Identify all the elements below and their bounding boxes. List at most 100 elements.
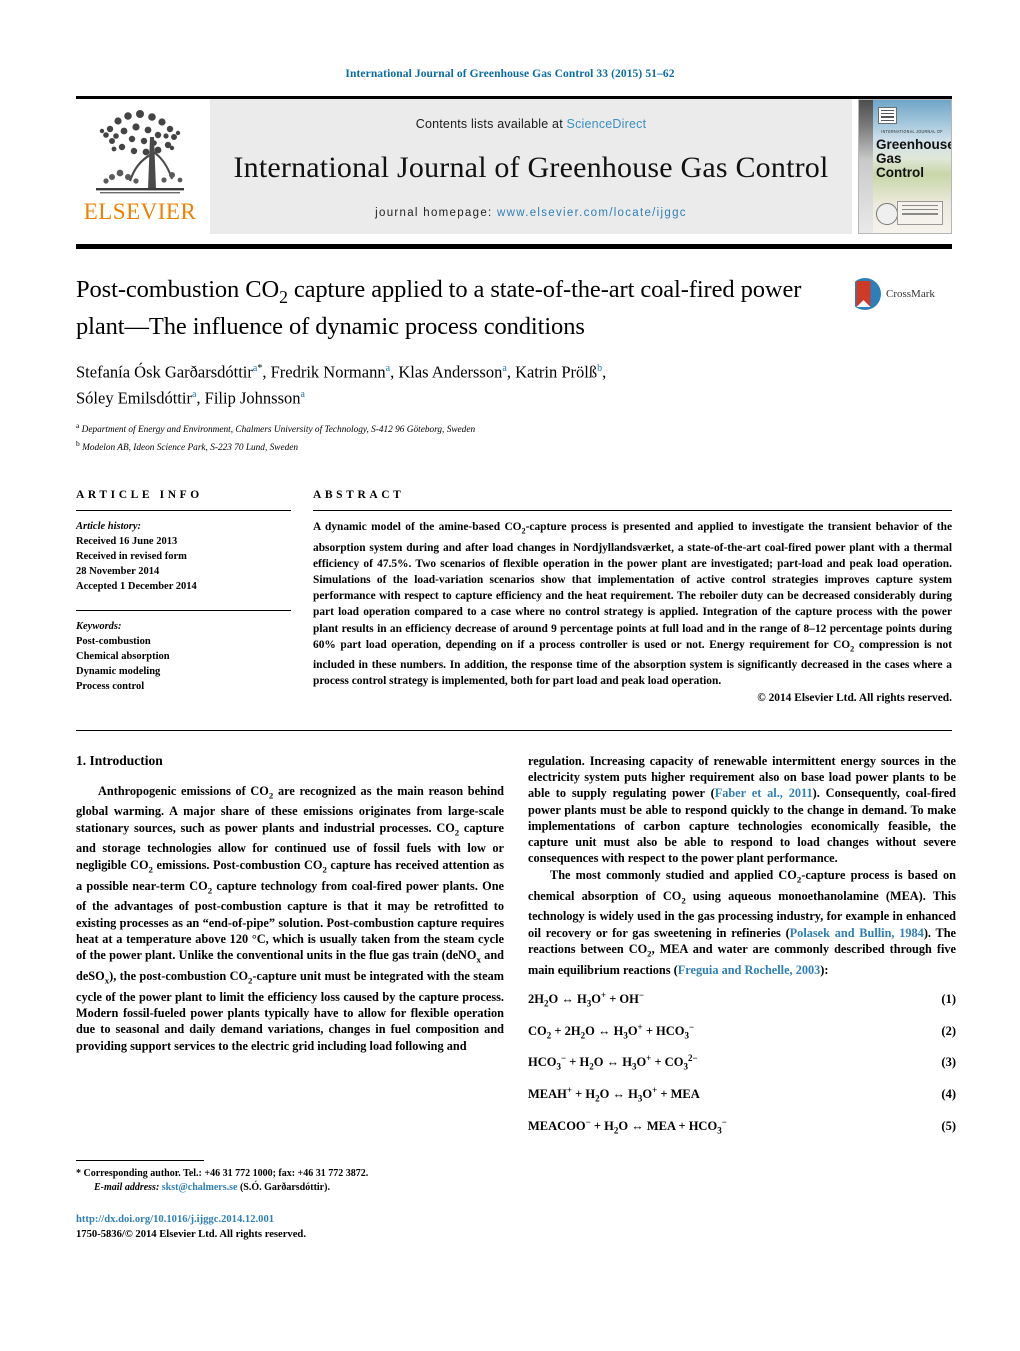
title-part-2: capture applied to a state-of-the-art co… xyxy=(287,276,735,303)
keyword-3: Dynamic modeling xyxy=(76,666,161,678)
corresponding-author-note: * Corresponding author. Tel.: +46 31 772… xyxy=(76,1167,504,1181)
title-subscript: 2 xyxy=(279,286,288,307)
equation-row-1: 2H2O ↔ H3O+ + OH− (1) xyxy=(528,990,956,1009)
equation-3-body: HCO3− + H2O ↔ H3O+ + CO32− xyxy=(528,1053,698,1072)
journal-homepage-label: journal homepage: xyxy=(375,206,498,219)
affiliation-a-marker: a xyxy=(76,420,80,430)
doi-block: http://dx.doi.org/10.1016/j.ijggc.2014.1… xyxy=(76,1213,504,1242)
affiliation-b-marker: b xyxy=(76,438,80,448)
body-column-left: 1. Introduction Anthropogenic emissions … xyxy=(76,753,504,1149)
abstract-bottom-rule xyxy=(76,729,952,731)
page-footnote: * Corresponding author. Tel.: +46 31 772… xyxy=(76,1160,504,1242)
journal-homepage-url[interactable]: www.elsevier.com/locate/ijggc xyxy=(497,207,687,219)
history-revised-date: 28 November 2014 xyxy=(76,566,160,578)
email-suffix: (S.Ó. Garðarsdóttir). xyxy=(237,1182,330,1193)
journal-title: International Journal of Greenhouse Gas … xyxy=(233,150,829,184)
email-note: E-mail address: skst@chalmers.se (S.Ó. G… xyxy=(76,1181,504,1195)
cover-title: Greenhouse Gas Control xyxy=(876,137,952,180)
intro-paragraph-right-2: The most commonly studied and applied CO… xyxy=(528,867,956,977)
author-4-affil-marker: b xyxy=(597,362,603,374)
history-revised-label: Received in revised form xyxy=(76,551,187,563)
cover-kicker: INTERNATIONAL JOURNAL OF xyxy=(881,129,943,135)
cover-title-line1: Greenhouse xyxy=(876,137,952,152)
equation-2-body: CO2 + 2H2O ↔ H3O+ + HCO3− xyxy=(528,1021,695,1041)
intro-paragraph-right-1: regulation. Increasing capacity of renew… xyxy=(528,753,956,866)
equation-1-body: 2H2O ↔ H3O+ + OH− xyxy=(528,989,645,1009)
crossmark-icon xyxy=(848,278,881,310)
contents-lists-prefix: Contents lists available at xyxy=(415,116,567,131)
keywords-rule xyxy=(76,610,291,612)
article-header: Post-combustion CO2 capture applied to a… xyxy=(76,275,952,455)
equation-1-number: (1) xyxy=(941,992,956,1007)
paper-page: International Journal of Greenhouse Gas … xyxy=(0,0,1020,1351)
journal-homepage-line: journal homepage: www.elsevier.com/locat… xyxy=(375,207,687,219)
article-info-column: ARTICLE INFO Article history: Received 1… xyxy=(76,489,291,704)
article-history-label: Article history: xyxy=(76,521,142,533)
keyword-1: Post-combustion xyxy=(76,636,151,648)
equation-list: 2H2O ↔ H3O+ + OH− (1) CO2 + 2H2O ↔ H3O+ … xyxy=(528,990,956,1135)
title-part-1: Post-combustion CO xyxy=(76,276,280,303)
affiliation-b: b Modelon AB, Ideon Science Park, S-223 … xyxy=(76,437,952,455)
abstract-column: ABSTRACT A dynamic model of the amine-ba… xyxy=(313,489,952,704)
section-heading-introduction: 1. Introduction xyxy=(76,752,163,768)
keyword-2: Chemical absorption xyxy=(76,651,170,663)
running-head: International Journal of Greenhouse Gas … xyxy=(345,68,675,80)
journal-masthead: ELSEVIER Contents lists available at Sci… xyxy=(76,96,952,234)
abstract-rule-top xyxy=(313,510,952,512)
masthead-bottom-rule xyxy=(76,244,952,249)
cover-badge-icon xyxy=(897,201,943,225)
equation-5-number: (5) xyxy=(941,1118,956,1133)
page-title: Post-combustion CO2 capture applied to a… xyxy=(76,275,952,341)
crossmark-badge[interactable]: CrossMark xyxy=(848,277,952,311)
intro-paragraph-left: Anthropogenic emissions of CO2 are recog… xyxy=(76,783,504,1053)
history-received: Received 16 June 2013 xyxy=(76,536,178,548)
crossmark-label: CrossMark xyxy=(886,288,935,300)
history-accepted: Accepted 1 December 2014 xyxy=(76,581,197,593)
abstract-copyright: © 2014 Elsevier Ltd. All rights reserved… xyxy=(757,691,952,704)
author-list: Stefanía Ósk Garðarsdóttira*, Fredrik No… xyxy=(76,362,607,408)
equation-row-4: MEAH+ + H2O ↔ H3O+ + MEA (4) xyxy=(528,1085,956,1104)
email-label: E-mail address: xyxy=(94,1182,160,1193)
equation-row-3: HCO3− + H2O ↔ H3O+ + CO32− (3) xyxy=(528,1053,956,1072)
sciencedirect-link[interactable]: ScienceDirect xyxy=(567,117,647,131)
affiliation-b-text: Modelon AB, Ideon Science Park, S-223 70… xyxy=(82,443,299,454)
journal-cover-thumbnail: INTERNATIONAL JOURNAL OF Greenhouse Gas … xyxy=(858,99,952,234)
author-6: , Filip Johnsson xyxy=(196,388,301,408)
elsevier-wordmark: ELSEVIER xyxy=(83,199,197,224)
journal-band: Contents lists available at ScienceDirec… xyxy=(210,99,852,234)
equation-row-5: MEACOO− + H2O ↔ MEA + HCO3− (5) xyxy=(528,1117,956,1136)
footnote-rule xyxy=(76,1160,204,1161)
email-link[interactable]: skst@chalmers.se xyxy=(162,1182,238,1193)
equation-row-2: CO2 + 2H2O ↔ H3O+ + HCO3− (2) xyxy=(528,1022,956,1041)
elsevier-tree-icon xyxy=(96,110,184,194)
doi-link[interactable]: http://dx.doi.org/10.1016/j.ijggc.2014.1… xyxy=(76,1213,504,1228)
abstract-heading: ABSTRACT xyxy=(313,489,405,502)
cover-spine xyxy=(859,100,873,233)
body-column-right: regulation. Increasing capacity of renew… xyxy=(528,753,956,1149)
equation-3-number: (3) xyxy=(941,1055,956,1070)
cover-seal-icon xyxy=(876,203,898,225)
author-1: Stefanía Ósk Garðarsdóttir xyxy=(76,362,253,382)
affiliation-a: a Department of Energy and Environment, … xyxy=(76,419,952,437)
abstract-text: A dynamic model of the amine-based CO2-c… xyxy=(313,521,952,688)
equation-4-body: MEAH+ + H2O ↔ H3O+ + MEA xyxy=(528,1084,700,1104)
author-6-affil-marker: a xyxy=(300,388,305,400)
cover-title-line2: Gas Control xyxy=(876,151,924,180)
keyword-4: Process control xyxy=(76,681,145,693)
keywords-label: Keywords: xyxy=(76,621,122,633)
article-info-rule-top xyxy=(76,510,291,512)
article-info-heading: ARTICLE INFO xyxy=(76,489,203,502)
elsevier-logo: ELSEVIER xyxy=(76,99,204,234)
issn-copyright-line: 1750-5836/© 2014 Elsevier Ltd. All right… xyxy=(76,1228,306,1240)
affiliation-a-text: Department of Energy and Environment, Ch… xyxy=(81,424,476,435)
article-body: 1. Introduction Anthropogenic emissions … xyxy=(76,753,956,1149)
contents-lists-line: Contents lists available at ScienceDirec… xyxy=(416,117,647,131)
cover-elsevier-icon xyxy=(878,107,897,124)
equation-4-number: (4) xyxy=(941,1087,956,1102)
author-3: , Klas Andersson xyxy=(390,362,503,382)
author-5: Sóley Emilsdóttir xyxy=(76,388,192,408)
author-2: , Fredrik Normann xyxy=(262,362,386,382)
affiliation-list: a Department of Energy and Environment, … xyxy=(76,419,952,455)
equation-2-number: (2) xyxy=(941,1023,956,1038)
